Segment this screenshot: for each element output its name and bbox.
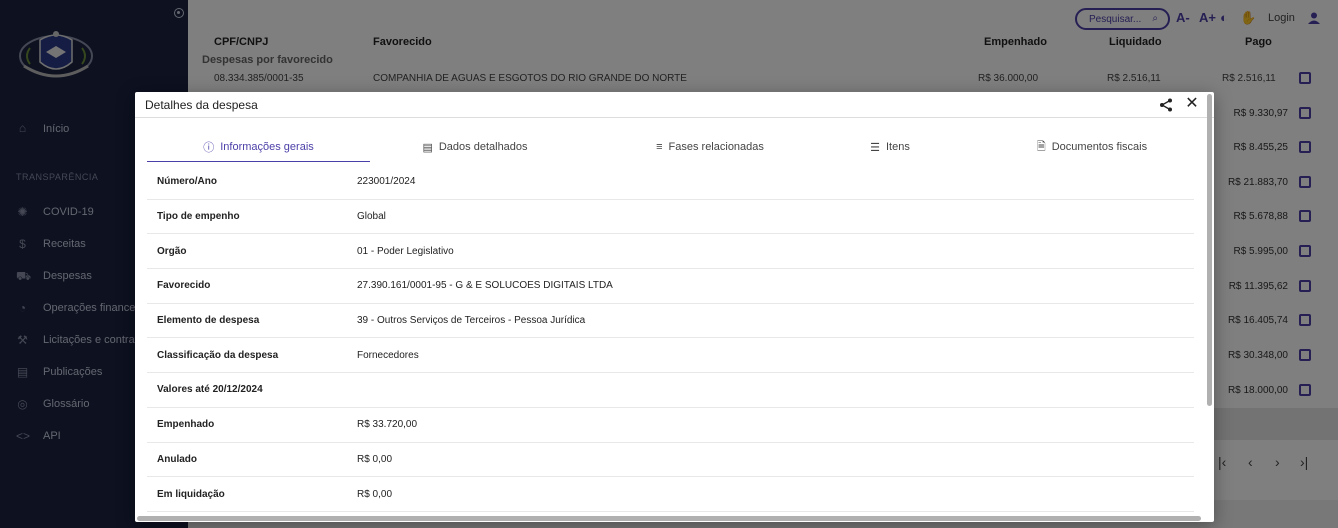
detail-row: Anulado R$ 0,00	[147, 443, 1194, 478]
detail-row: Orgão 01 - Poder Legislativo	[147, 234, 1194, 270]
dialog-title: Detalhes da despesa	[145, 98, 258, 112]
detail-label: Elemento de despesa	[157, 315, 260, 327]
detail-row: Elemento de despesa 39 - Outros Serviços…	[147, 304, 1194, 339]
list-icon: ☰	[870, 141, 880, 154]
share-icon[interactable]	[1158, 97, 1174, 113]
detail-label: Número/Ano	[157, 176, 217, 188]
tab-bar: ⓘ Informações gerais ▤ Dados detalhados …	[147, 132, 1205, 162]
detail-label: Em liquidação	[157, 488, 225, 500]
close-icon[interactable]: ✕	[1184, 96, 1200, 112]
vertical-scrollbar[interactable]	[1207, 94, 1212, 406]
tab-fases-relacionadas[interactable]: ≡ Fases relacionadas	[580, 132, 840, 162]
detail-label: Classificação da despesa	[157, 349, 279, 361]
detail-row: Valores até 20/12/2024	[147, 373, 1194, 408]
receipt-icon: 🗎	[1036, 140, 1046, 153]
tab-label: Dados detalhados	[438, 141, 528, 153]
detail-value: Global	[357, 211, 386, 223]
document-list-icon: ▤	[422, 141, 433, 154]
detail-label: Empenhado	[157, 419, 215, 431]
detail-value: 27.390.161/0001-95 - G & E SOLUCOES DIGI…	[357, 280, 613, 292]
dialog-header: Detalhes da despesa ✕	[135, 92, 1214, 118]
detail-row: Empenhado R$ 33.720,00	[147, 408, 1194, 443]
tab-label: Informações gerais	[220, 140, 314, 153]
tab-informacoes-gerais[interactable]: ⓘ Informações gerais	[147, 132, 370, 162]
detail-row: Número/Ano 223001/2024	[147, 165, 1194, 200]
tab-label: Fases relacionadas	[668, 141, 764, 153]
detail-value: Fornecedores	[357, 349, 419, 361]
tab-label: Documentos fiscais	[1051, 141, 1148, 153]
detail-label: Tipo de empenho	[157, 211, 240, 223]
detail-label: Favorecido	[157, 280, 211, 292]
lines-icon: ≡	[656, 141, 663, 153]
detail-label: Orgão	[157, 245, 187, 257]
expense-details-dialog: Detalhes da despesa ✕ ⓘ Informações gera…	[135, 92, 1214, 522]
detail-row: Favorecido 27.390.161/0001-95 - G & E SO…	[147, 269, 1194, 304]
details-table: Número/Ano 223001/2024 Tipo de empenho G…	[147, 165, 1194, 512]
horizontal-scrollbar[interactable]	[137, 516, 1201, 521]
detail-value: R$ 33.720,00	[357, 419, 418, 431]
detail-value: R$ 0,00	[357, 453, 393, 465]
detail-value: 223001/2024	[357, 176, 416, 188]
detail-value: R$ 0,00	[357, 488, 393, 500]
detail-row: Tipo de empenho Global	[147, 200, 1194, 235]
detail-label: Anulado	[157, 453, 197, 465]
tab-dados-detalhados[interactable]: ▤ Dados detalhados	[370, 132, 580, 162]
detail-row: Classificação da despesa Fornecedores	[147, 338, 1194, 374]
detail-value: 01 - Poder Legislativo	[357, 245, 454, 257]
info-icon: ⓘ	[203, 141, 215, 154]
detail-label: Valores até 20/12/2024	[157, 384, 263, 396]
tab-documentos-fiscais[interactable]: 🗎 Documentos fiscais	[987, 132, 1197, 162]
detail-value: 39 - Outros Serviços de Terceiros - Pess…	[357, 315, 586, 327]
tab-label: Itens	[886, 141, 910, 153]
detail-row: Em liquidação R$ 0,00	[147, 477, 1194, 512]
tab-itens[interactable]: ☰ Itens	[840, 132, 940, 162]
